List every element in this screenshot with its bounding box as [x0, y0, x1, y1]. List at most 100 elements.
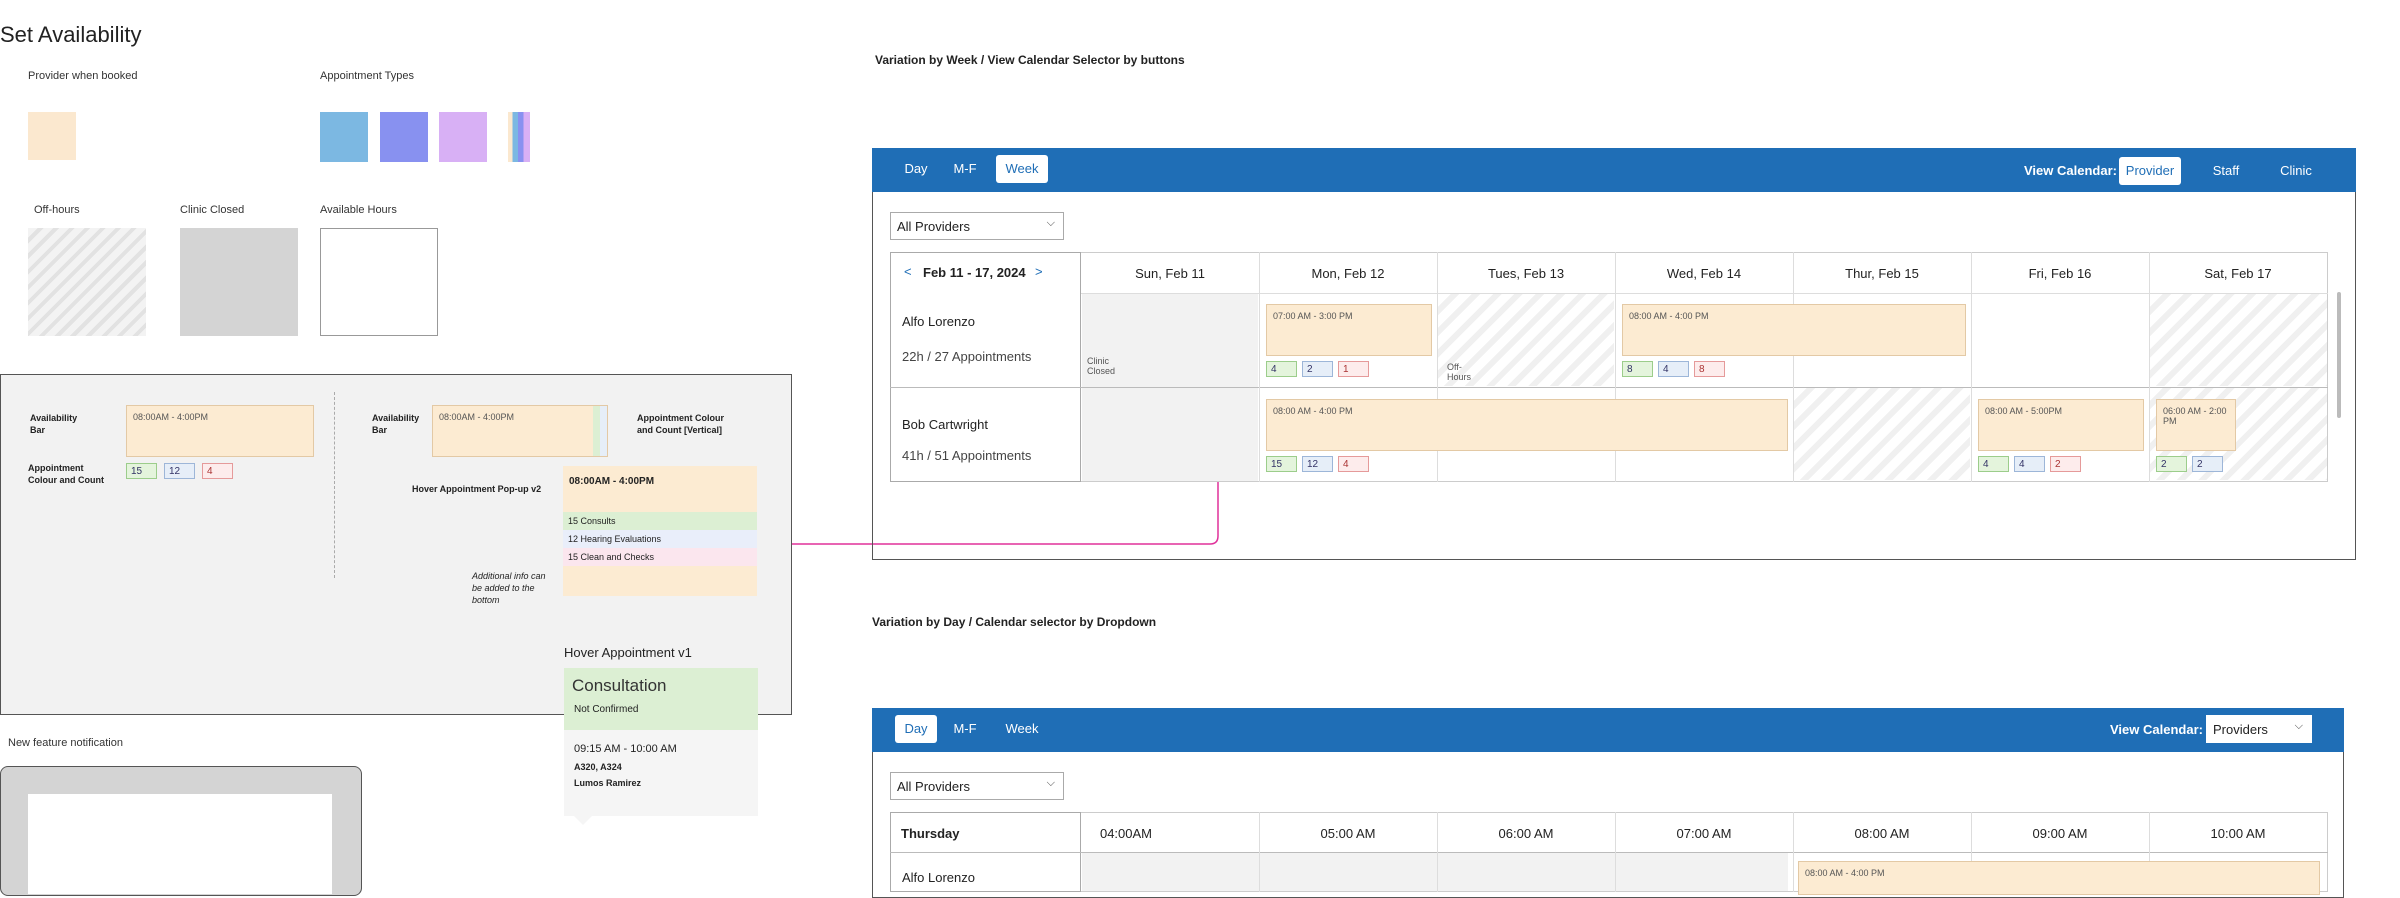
- availability-bar[interactable]: 06:00 AM - 2:00 PM: [2156, 399, 2236, 451]
- sat-offhours-cell-a: [2150, 294, 2327, 386]
- new-feature-label: New feature notification: [8, 737, 123, 749]
- provider-name[interactable]: Alfo Lorenzo: [902, 870, 975, 885]
- type-swatch-blue: [320, 112, 368, 162]
- day-header-thu: Thur, Feb 15: [1845, 266, 1919, 281]
- hover-popup-v2: 08:00AM - 4:00PM 15 Consults 12 Hearing …: [563, 466, 757, 596]
- v1-status: Not Confirmed: [574, 704, 639, 715]
- additional-info-note: Additional info can be added to the bott…: [472, 571, 546, 605]
- count-blue: 2: [1302, 361, 1333, 377]
- tab-mf[interactable]: M-F: [941, 155, 989, 183]
- panel-divider: [334, 392, 335, 578]
- day-offhours-region: [1082, 853, 1788, 891]
- type-swatch-indigo: [380, 112, 428, 162]
- grid-line: [1081, 293, 2328, 294]
- day-header-mon: Mon, Feb 12: [1311, 266, 1385, 281]
- appt-colour-count-label: Appointment Colour and Count: [28, 463, 104, 485]
- provider-name[interactable]: Bob Cartwright: [902, 417, 988, 432]
- vertical-bar-time: 08:00AM - 4:00PM: [439, 412, 515, 422]
- count-green: 2: [2156, 456, 2187, 472]
- view-provider-button[interactable]: Provider: [2119, 157, 2181, 185]
- new-feature-screen: [28, 794, 332, 894]
- count-blue: 4: [2014, 456, 2045, 472]
- legend-booked-label: Provider when booked: [28, 70, 138, 82]
- day-header-sun: Sun, Feb 11: [1135, 266, 1205, 281]
- week-section-heading: Variation by Week / View Calendar Select…: [875, 53, 1185, 67]
- clinic-closed-label: Clinic Closed: [1087, 356, 1116, 376]
- type-swatch-purple: [439, 112, 487, 162]
- grid-line: [1259, 812, 1260, 892]
- hover-popup-v1: Consultation Not Confirmed 09:15 AM - 10…: [564, 668, 758, 816]
- count-green: 4: [1266, 361, 1297, 377]
- view-calendar-label: View Calendar:: [2024, 163, 2117, 178]
- count-red: 1: [1338, 361, 1369, 377]
- grid-line: [1793, 252, 1794, 482]
- availability-bar-label: Availability Bar: [30, 413, 78, 435]
- time-header: 07:00 AM: [1676, 826, 1732, 841]
- time-header: 08:00 AM: [1854, 826, 1910, 841]
- grid-line: [1793, 812, 1794, 892]
- day-provider-dropdown[interactable]: All Providers ⌵: [890, 772, 1064, 800]
- popup-time: 08:00AM - 4:00PM: [569, 476, 655, 487]
- thu-offhours-cell: [1794, 388, 1970, 480]
- legend-offhours-label: Off-hours: [34, 204, 80, 216]
- popup-row-clean: 15 Clean and Checks: [563, 548, 757, 566]
- tab-mf[interactable]: M-F: [941, 715, 989, 743]
- count-green: 4: [1978, 456, 2009, 472]
- off-hours-label: Off- Hours: [1447, 362, 1472, 382]
- appt-colour-count-vertical-label: Appointment Colour and Count [Vertical]: [637, 413, 724, 435]
- tab-week[interactable]: Week: [996, 715, 1048, 743]
- count-red: 4: [1338, 456, 1369, 472]
- count-blue: 12: [1302, 456, 1333, 472]
- view-clinic-button[interactable]: Clinic: [2266, 157, 2326, 185]
- view-calendar-label: View Calendar:: [2110, 722, 2203, 737]
- tab-day[interactable]: Day: [892, 155, 940, 183]
- count-green: 15: [126, 463, 157, 479]
- availability-bar[interactable]: 08:00 AM - 4:00 PM: [1266, 399, 1788, 451]
- view-staff-button[interactable]: Staff: [2196, 157, 2256, 185]
- time-header: 09:00 AM: [2032, 826, 2088, 841]
- booked-swatch: [28, 112, 76, 160]
- week-provider-dropdown[interactable]: All Providers ⌵: [890, 212, 1064, 240]
- prev-week-chevron-icon[interactable]: <: [904, 264, 912, 279]
- week-dropdown-value: All Providers: [897, 219, 970, 234]
- chevron-down-icon: ⌵: [1046, 777, 1055, 789]
- day-header-sat: Sat, Feb 17: [2204, 266, 2272, 281]
- next-week-chevron-icon[interactable]: >: [1035, 264, 1043, 279]
- provider-summary: 41h / 51 Appointments: [902, 448, 1032, 463]
- availability-bar-label-2: Availability Bar: [372, 413, 420, 435]
- grid-line: [1437, 812, 1438, 892]
- count-green: 15: [1266, 456, 1297, 472]
- grid-line: [1259, 252, 1260, 482]
- count-red: 8: [1694, 361, 1725, 377]
- v1-time: 09:15 AM - 10:00 AM: [574, 743, 677, 755]
- v1-title: Consultation: [572, 676, 667, 695]
- day-header-wed: Wed, Feb 14: [1666, 266, 1742, 281]
- page-title: Set Availability: [0, 22, 142, 47]
- provider-name[interactable]: Alfo Lorenzo: [902, 314, 975, 329]
- time-header: 10:00 AM: [2210, 826, 2266, 841]
- count-blue: 12: [164, 463, 195, 479]
- tab-day[interactable]: Day: [895, 715, 937, 743]
- time-header: 04:00AM: [1099, 826, 1153, 841]
- popup-row-hearing: 12 Hearing Evaluations: [563, 530, 757, 548]
- v1-person: Lumos Ramirez: [574, 778, 642, 788]
- grid-line: [1971, 252, 1972, 482]
- v1-pointer: [574, 816, 592, 825]
- availability-bar[interactable]: 08:00 AM - 5:00PM: [1978, 399, 2144, 451]
- week-scrollbar[interactable]: [2337, 292, 2341, 418]
- view-dropdown-value: Providers: [2213, 722, 2268, 737]
- tab-week[interactable]: Week: [996, 155, 1048, 183]
- time-header: 06:00 AM: [1498, 826, 1554, 841]
- day-dropdown-value: All Providers: [897, 779, 970, 794]
- legend-available-label: Available Hours: [320, 204, 397, 216]
- legend-types-label: Appointment Types: [320, 70, 414, 82]
- availability-bar[interactable]: 07:00 AM - 3:00 PM: [1266, 304, 1432, 356]
- grid-line: [1615, 812, 1616, 892]
- count-blue: 2: [2192, 456, 2223, 472]
- availability-bar[interactable]: 08:00 AM - 4:00 PM: [1622, 304, 1966, 356]
- availability-bar[interactable]: 08:00 AM - 4:00 PM: [1798, 861, 2320, 895]
- day-header-fri: Fri, Feb 16: [2028, 266, 2092, 281]
- chevron-down-icon: ⌵: [1046, 217, 1055, 229]
- view-calendar-dropdown[interactable]: Providers ⌵: [2206, 715, 2312, 743]
- sample-availability-bar: 08:00AM - 4:00PM: [126, 405, 314, 457]
